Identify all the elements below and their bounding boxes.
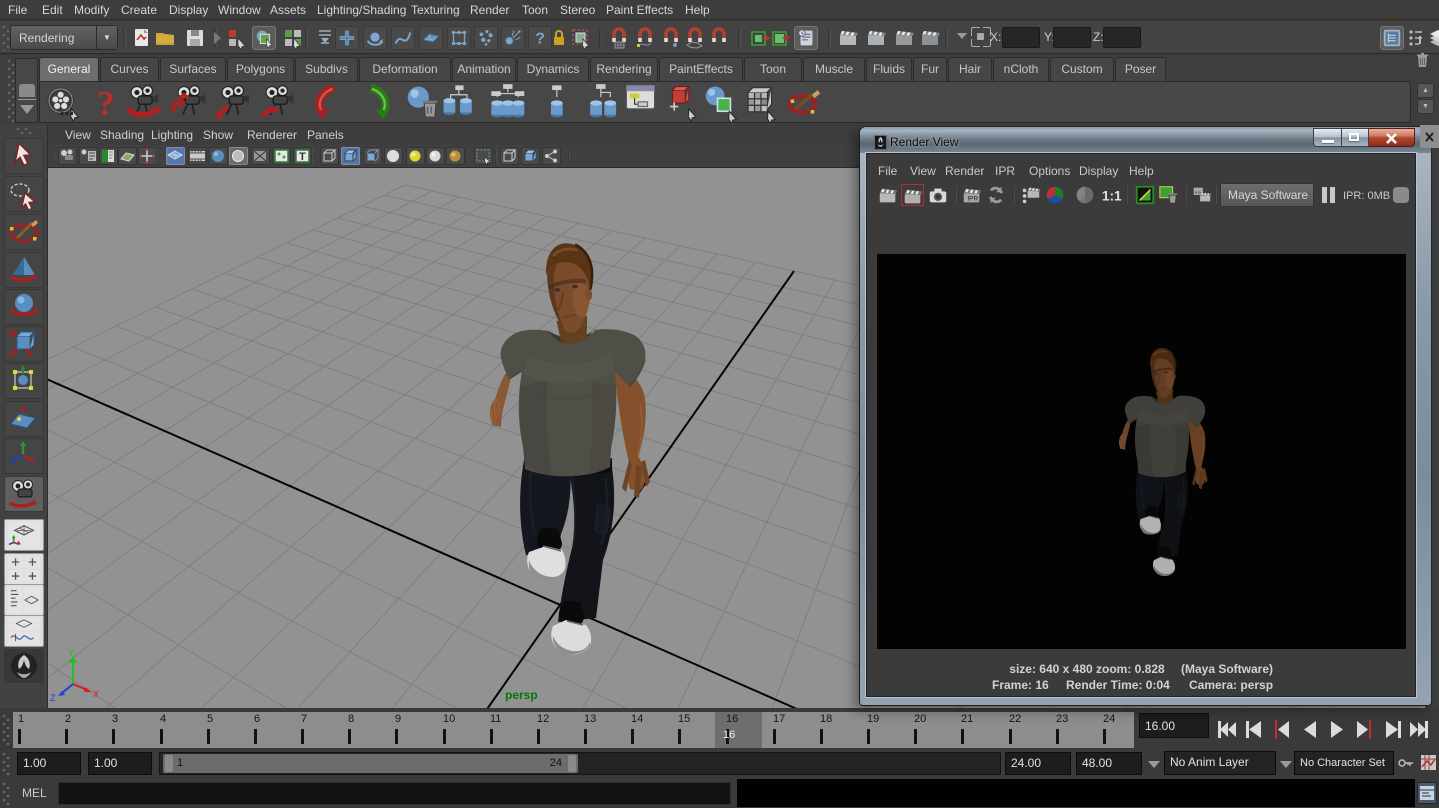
svg-text:T: T — [299, 151, 306, 163]
svg-text:?: ? — [97, 84, 115, 123]
svg-text:1:1: 1:1 — [1102, 189, 1122, 204]
svg-text:X: X — [93, 689, 99, 699]
svg-text:Z: Z — [50, 693, 56, 703]
svg-text:«»: «» — [1195, 190, 1201, 196]
svg-text:Y: Y — [68, 648, 74, 658]
svg-text:persp: persp — [505, 688, 538, 702]
svg-text:?: ? — [535, 31, 545, 48]
svg-text:IPR: IPR — [967, 196, 978, 203]
